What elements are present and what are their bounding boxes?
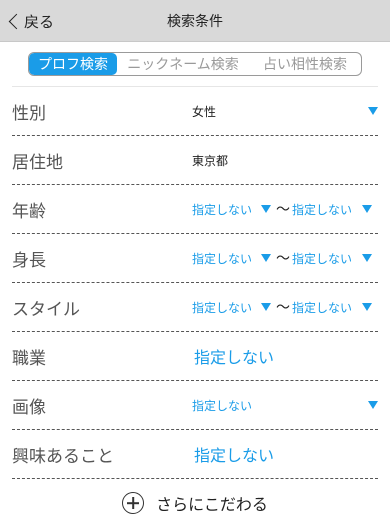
occupation-label: 職業 (12, 349, 46, 369)
age-to-select[interactable]: 指定しない (292, 201, 352, 218)
image-select[interactable]: 指定しない (192, 397, 252, 414)
height-label: 身長 (12, 251, 46, 271)
interests-row: 興味あること 指定しない (12, 430, 378, 479)
height-from-select[interactable]: 指定しない (192, 250, 252, 267)
search-mode-tabs: プロフ検索 ニックネーム検索 占い相性検索 (28, 52, 362, 76)
range-separator: 〜 (276, 202, 290, 218)
interests-label: 興味あること (12, 447, 114, 467)
dropdown-arrow-icon[interactable] (368, 107, 378, 115)
residence-value[interactable]: 東京都 (192, 152, 228, 169)
more-conditions-label: さらにこだわる (156, 495, 268, 514)
image-label: 画像 (12, 398, 46, 418)
style-to-select[interactable]: 指定しない (292, 299, 352, 316)
image-row: 画像 指定しない (12, 381, 378, 430)
height-to-select[interactable]: 指定しない (292, 250, 352, 267)
gender-row[interactable]: 性別 女性 (12, 86, 378, 136)
dropdown-arrow-icon[interactable] (368, 401, 378, 409)
dropdown-arrow-icon[interactable] (362, 254, 372, 262)
range-separator: 〜 (276, 251, 290, 267)
age-row: 年齢 指定しない 〜 指定しない (12, 185, 378, 234)
style-row: スタイル 指定しない 〜 指定しない (12, 283, 378, 332)
occupation-row: 職業 指定しない (12, 332, 378, 381)
age-from-select[interactable]: 指定しない (192, 201, 252, 218)
tab-fortune-search[interactable]: 占い相性検索 (249, 53, 361, 75)
page-title: 検索条件 (167, 14, 223, 30)
age-label: 年齢 (12, 202, 46, 222)
interests-select[interactable]: 指定しない (194, 442, 274, 466)
dropdown-arrow-icon[interactable] (261, 303, 271, 311)
style-label: スタイル (12, 300, 80, 320)
search-form: 性別 女性 居住地 東京都 年齢 指定しない 〜 指定しない 身長 指定しない … (0, 86, 390, 479)
dropdown-arrow-icon[interactable] (362, 205, 372, 213)
height-row: 身長 指定しない 〜 指定しない (12, 234, 378, 283)
occupation-select[interactable]: 指定しない (194, 344, 274, 368)
style-from-select[interactable]: 指定しない (192, 299, 252, 316)
range-separator: 〜 (276, 300, 290, 316)
dropdown-arrow-icon[interactable] (261, 205, 271, 213)
dropdown-arrow-icon[interactable] (261, 254, 271, 262)
residence-label: 居住地 (12, 153, 63, 173)
header-bar: 戻る 検索条件 (0, 0, 390, 42)
tab-nickname-search[interactable]: ニックネーム検索 (117, 53, 249, 75)
gender-value[interactable]: 女性 (192, 103, 216, 120)
residence-row[interactable]: 居住地 東京都 (12, 136, 378, 185)
tab-profile-search[interactable]: プロフ検索 (29, 53, 117, 75)
plus-circle-icon (122, 492, 145, 514)
more-conditions-button[interactable]: さらにこだわる (0, 486, 390, 520)
gender-label: 性別 (12, 104, 46, 124)
dropdown-arrow-icon[interactable] (362, 303, 372, 311)
